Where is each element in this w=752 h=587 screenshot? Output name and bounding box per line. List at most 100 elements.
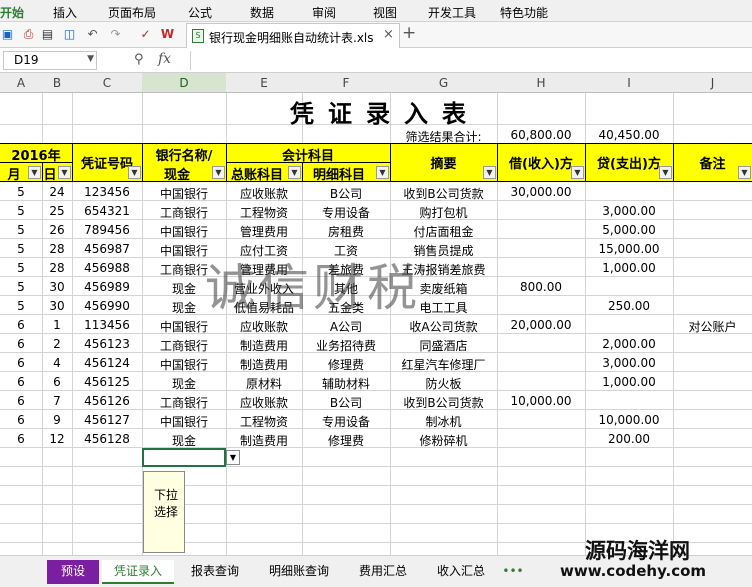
table-cell-bank[interactable]: 中国银行 [142,185,226,202]
table-cell-bank[interactable]: 工商银行 [142,337,226,354]
table-cell-summary[interactable]: 电工工具 [390,299,497,316]
filter-debit-button[interactable]: ▼ [571,166,584,179]
table-cell-credit[interactable]: 3,000.00 [585,204,673,218]
chevron-down-icon[interactable]: ▼ [87,54,94,64]
table-cell-summary[interactable]: 红星汽车修理厂 [390,356,497,373]
table-cell-summary[interactable]: 防火板 [390,375,497,392]
table-cell-bank[interactable]: 工商银行 [142,394,226,411]
table-cell-summary[interactable]: 收到B公司货款 [390,185,497,202]
table-cell-voucher[interactable]: 456128 [72,432,142,446]
table-cell-detail[interactable]: 业务招待费 [302,337,390,354]
table-cell-detail[interactable]: 房租费 [302,223,390,240]
menu-formula[interactable]: 公式 [188,4,212,21]
table-cell-detail[interactable]: 修理费 [302,432,390,449]
table-cell-bank[interactable]: 现金 [142,299,226,316]
table-cell-month[interactable]: 5 [0,185,42,199]
table-cell-general[interactable]: 制造费用 [226,432,302,449]
table-cell-voucher[interactable]: 123456 [72,185,142,199]
table-cell-voucher[interactable]: 456127 [72,413,142,427]
selected-cell[interactable] [142,448,226,467]
redo-icon[interactable]: ↷ [108,27,123,42]
table-cell-detail[interactable]: 差旅费 [302,261,390,278]
table-cell-month[interactable]: 6 [0,375,42,389]
table-cell-bank[interactable]: 中国银行 [142,242,226,259]
table-cell-bank[interactable]: 中国银行 [142,223,226,240]
more-tabs-icon[interactable]: ••• [502,560,524,584]
table-cell-month[interactable]: 5 [0,204,42,218]
table-cell-month[interactable]: 6 [0,432,42,446]
table-cell-voucher[interactable]: 113456 [72,318,142,332]
table-cell-day[interactable]: 24 [42,185,72,199]
column-header-a[interactable]: A [0,76,42,90]
menu-home[interactable]: 开始 [0,4,24,21]
menu-special[interactable]: 特色功能 [500,4,548,21]
pdf-export-icon[interactable]: ⎙ [21,27,36,42]
table-cell-voucher[interactable]: 456126 [72,394,142,408]
table-cell-general[interactable]: 管理费用 [226,261,302,278]
table-cell-day[interactable]: 26 [42,223,72,237]
menu-insert[interactable]: 插入 [53,4,77,21]
filter-remark-button[interactable]: ▼ [738,166,751,179]
table-cell-month[interactable]: 6 [0,337,42,351]
menu-page-layout[interactable]: 页面布局 [108,4,156,21]
table-cell-general[interactable]: 应收账款 [226,185,302,202]
table-cell-credit[interactable]: 2,000.00 [585,337,673,351]
wps-logo-icon[interactable]: W [160,27,175,42]
table-cell-detail[interactable]: 修理费 [302,356,390,373]
table-cell-debit[interactable]: 30,000.00 [497,185,585,199]
column-header-d[interactable]: D [142,73,226,92]
table-cell-summary[interactable]: 销售员提成 [390,242,497,259]
column-header-c[interactable]: C [72,76,142,90]
table-cell-credit[interactable]: 3,000.00 [585,356,673,370]
table-cell-summary[interactable]: 收A公司货款 [390,318,497,335]
table-cell-summary[interactable]: 购打包机 [390,204,497,221]
filter-credit-button[interactable]: ▼ [659,166,672,179]
sheet-grid[interactable]: 凭证录入表 筛选结果合计: 60,800.00 40,450.00 2016年 … [0,93,752,555]
sheet-tab-voucher-entry[interactable]: 凭证录入 [102,560,174,584]
table-cell-voucher[interactable]: 654321 [72,204,142,218]
table-cell-day[interactable]: 7 [42,394,72,408]
table-cell-credit[interactable]: 15,000.00 [585,242,673,256]
sheet-tab-preset[interactable]: 预设 [47,560,99,584]
table-cell-remark[interactable]: 对公账户 [673,318,752,335]
undo-icon[interactable]: ↶ [85,27,100,42]
table-cell-summary[interactable]: 收到B公司货款 [390,394,497,411]
table-cell-general[interactable]: 应付工资 [226,242,302,259]
zoom-icon[interactable]: ⚲ [134,52,144,67]
table-cell-detail[interactable]: B公司 [302,185,390,202]
table-cell-detail[interactable]: A公司 [302,318,390,335]
table-cell-bank[interactable]: 现金 [142,432,226,449]
table-cell-voucher[interactable]: 456124 [72,356,142,370]
filter-voucher-button[interactable]: ▼ [128,166,141,179]
table-cell-general[interactable]: 工程物资 [226,204,302,221]
table-cell-month[interactable]: 5 [0,299,42,313]
sheet-tab-expense-summary[interactable]: 费用汇总 [346,560,420,584]
table-cell-general[interactable]: 制造费用 [226,337,302,354]
table-cell-summary[interactable]: 修粉碎机 [390,432,497,449]
filter-day-button[interactable]: ▼ [58,166,71,179]
table-cell-general[interactable]: 原材料 [226,375,302,392]
table-cell-detail[interactable]: 辅助材料 [302,375,390,392]
table-cell-summary[interactable]: 制冰机 [390,413,497,430]
save-icon[interactable]: ▣ [0,27,15,42]
table-cell-day[interactable]: 28 [42,242,72,256]
sheet-tab-ledger-query[interactable]: 明细账查询 [256,560,342,584]
column-header-f[interactable]: F [302,76,390,90]
table-cell-month[interactable]: 6 [0,413,42,427]
table-cell-bank[interactable]: 工商银行 [142,261,226,278]
table-cell-voucher[interactable]: 789456 [72,223,142,237]
table-cell-detail[interactable]: 其他 [302,280,390,297]
table-cell-general[interactable]: 应收账款 [226,318,302,335]
menu-review[interactable]: 审阅 [312,4,336,21]
table-cell-month[interactable]: 5 [0,261,42,275]
table-cell-detail[interactable]: B公司 [302,394,390,411]
sheet-tab-report-query[interactable]: 报表查询 [178,560,252,584]
table-cell-month[interactable]: 5 [0,242,42,256]
table-cell-day[interactable]: 6 [42,375,72,389]
filter-month-button[interactable]: ▼ [28,166,41,179]
table-cell-credit[interactable]: 1,000.00 [585,375,673,389]
table-cell-general[interactable]: 工程物资 [226,413,302,430]
table-cell-credit[interactable]: 250.00 [585,299,673,313]
print-preview-icon[interactable]: ◫ [62,27,77,42]
table-cell-debit[interactable]: 20,000.00 [497,318,585,332]
